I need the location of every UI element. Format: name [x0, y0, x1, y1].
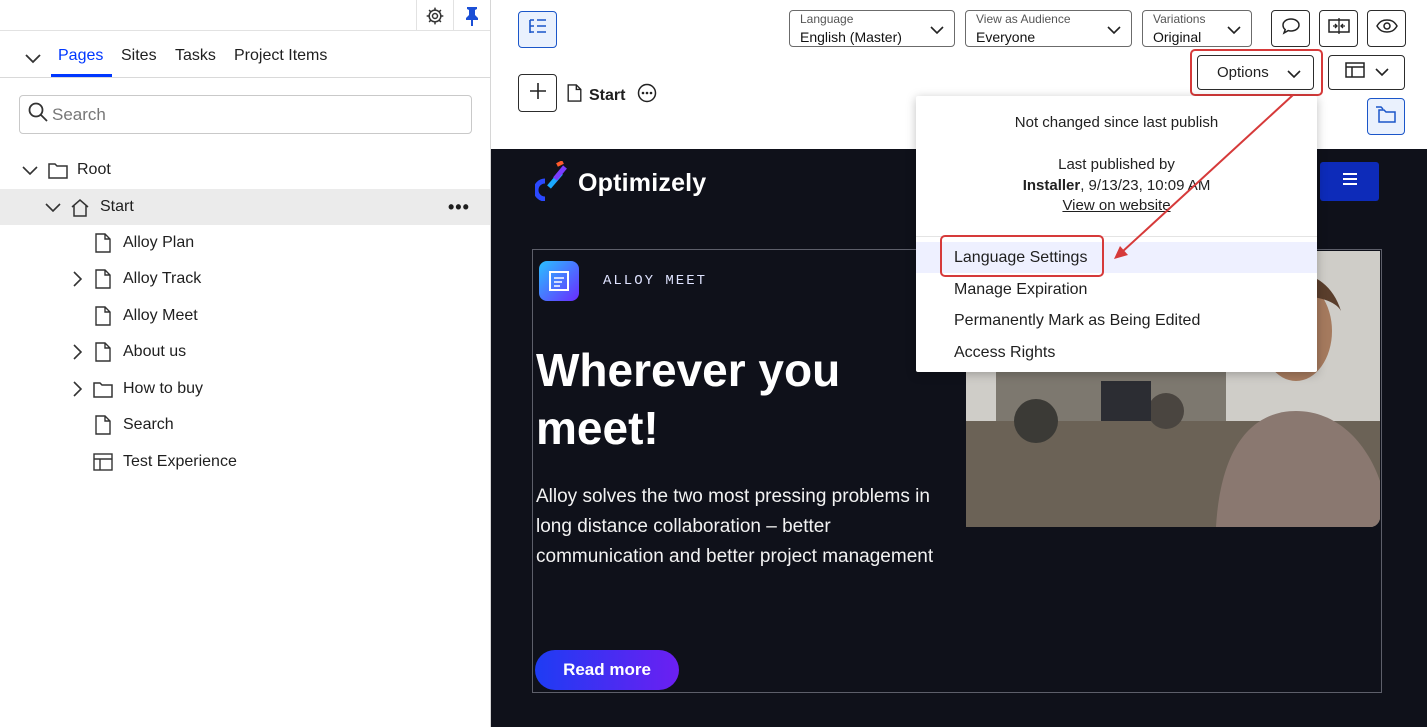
- annotation-arrow: [1114, 94, 1294, 259]
